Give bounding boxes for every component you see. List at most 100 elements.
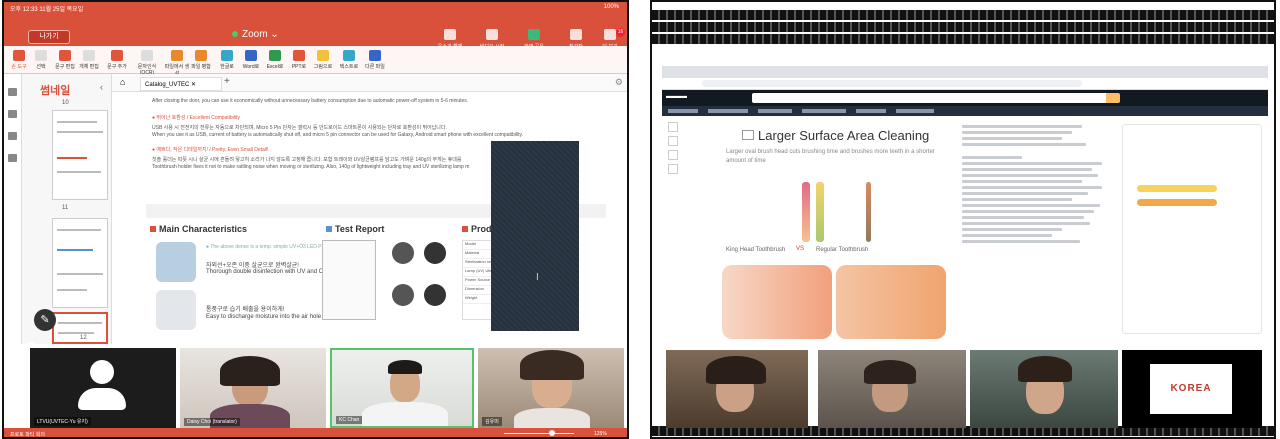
edit-text-icon xyxy=(59,50,71,61)
collapse-icon[interactable]: ‹ xyxy=(100,82,103,92)
meeting-title[interactable]: Zoom ⌄ xyxy=(232,29,279,40)
nav-item[interactable] xyxy=(668,109,698,113)
zoom-shared-screen-screenshot: ▬▬▬ Larger Surface Area Cleaning Larger … xyxy=(650,0,1276,439)
home-icon[interactable]: ⌂ xyxy=(120,77,125,87)
page-text: 칫솔 홀더는 따뜻 시니 살균 시에 흔들려 닿고히 소리가 나지 않도록 고정… xyxy=(152,157,462,163)
zoom-slider-knob[interactable] xyxy=(549,430,555,436)
add-to-cart-button[interactable] xyxy=(1137,185,1217,192)
tool-select[interactable]: 선택 xyxy=(28,50,54,70)
amazon-header: ▬▬▬ xyxy=(662,90,1268,106)
participant-tile[interactable] xyxy=(666,350,808,428)
screen-share-border xyxy=(652,22,1274,32)
tool-ocr[interactable]: 문자인식 (OCR) xyxy=(134,50,160,76)
pen-icon[interactable]: ✎ xyxy=(34,309,56,331)
add-tab-icon[interactable]: + xyxy=(224,76,230,87)
footer-label: 프로토 파티 회의 xyxy=(10,432,45,438)
brush-image xyxy=(866,182,871,242)
tool-edit-object[interactable]: 개체 편집 xyxy=(76,50,102,70)
participant-name: KC Chan xyxy=(336,416,363,424)
nav-item[interactable] xyxy=(708,109,748,113)
thumb-number: 10 xyxy=(62,100,69,106)
zoom-slider[interactable] xyxy=(504,433,574,434)
browser-tabs[interactable] xyxy=(662,66,1268,78)
search-button[interactable] xyxy=(1106,93,1120,103)
thumbnail[interactable] xyxy=(668,164,678,174)
hand-icon xyxy=(13,50,25,61)
participant-tile[interactable]: 김유미 xyxy=(478,348,624,428)
tool-to-ppt[interactable]: PPT로 xyxy=(286,50,312,70)
before-sample xyxy=(392,284,414,306)
nav-item[interactable] xyxy=(758,109,792,113)
tool-to-word[interactable]: Word로 xyxy=(238,50,264,70)
tool-merge[interactable]: 파일 병합 xyxy=(188,50,214,70)
tool-edit-text[interactable]: 문구 편집 xyxy=(52,50,78,70)
participant-hair xyxy=(1018,356,1072,382)
url-field[interactable] xyxy=(702,80,1082,87)
comment-icon[interactable] xyxy=(8,132,17,140)
thumbnail[interactable] xyxy=(668,150,678,160)
notification-badge: 16 xyxy=(616,28,625,37)
participant-hair xyxy=(706,356,766,384)
page-text: When you use it as USB, current of batte… xyxy=(152,132,524,138)
feature-en: Easy to discharge moisture into the air … xyxy=(206,314,322,320)
page-heading: ● 뛰어난 호환성 / Excellent Compatibility xyxy=(152,115,240,121)
participant-name: 김유미 xyxy=(482,417,502,426)
participant-tile[interactable]: KOREA xyxy=(1122,350,1262,428)
leave-button[interactable]: 나가기 xyxy=(28,30,70,44)
search-icon[interactable] xyxy=(8,154,17,162)
page-text: USB 사용 시 전전지의 전류는 자동으로 차단되며, Micro 5 Pin… xyxy=(152,125,447,131)
thumb-number: 11 xyxy=(62,205,69,211)
participant-tile[interactable]: LTVU(UVTEC-Yu 유지) xyxy=(30,348,176,428)
thumbnail[interactable] xyxy=(668,122,678,132)
caption-right: Regular Toothbrush xyxy=(816,247,869,253)
file-icon xyxy=(369,50,381,61)
ocr-icon xyxy=(141,50,153,61)
tab-catalog[interactable]: Catalog_UVTEC ✕ xyxy=(140,77,222,91)
buy-now-button[interactable] xyxy=(1137,199,1217,206)
tool-to-image[interactable]: 그림으로 xyxy=(310,50,336,70)
tool-to-text[interactable]: 텍스트로 xyxy=(336,50,362,70)
bookmark-icon[interactable] xyxy=(8,110,17,118)
thumbnails-icon[interactable] xyxy=(8,88,17,96)
tool-to-hwp[interactable]: 한글로 xyxy=(214,50,240,70)
create-file-icon xyxy=(171,50,183,61)
zoom-top-bar: 나가기 Zoom ⌄ 음소거 해제 비디오 시작 화면 공유 참가자 더 보기 … xyxy=(4,14,627,50)
participant-hair xyxy=(220,356,280,386)
screen-share-border xyxy=(652,10,1274,20)
thumbnail-header: 썸네일 xyxy=(40,85,71,97)
participant-hair xyxy=(864,360,916,384)
nav-item[interactable] xyxy=(802,109,846,113)
zoom-ipad-screenshot: 오후 12:33 11월 25일 목요일 100% 나가기 Zoom ⌄ 음소거… xyxy=(2,0,629,439)
mic-muted-icon xyxy=(444,29,456,40)
avatar-icon xyxy=(90,360,114,384)
share-screen-icon xyxy=(528,29,540,40)
participant-tile[interactable] xyxy=(818,350,966,428)
amazon-logo[interactable]: ▬▬▬ xyxy=(666,93,687,100)
zoom-level: 125% xyxy=(594,431,607,437)
participant-tile[interactable]: Daisy Choi (translator) xyxy=(180,348,326,428)
participant-name: Daisy Choi (translator) xyxy=(184,418,240,426)
settings-icon[interactable]: ⚙ xyxy=(615,77,623,88)
amazon-search-input[interactable] xyxy=(752,93,1112,103)
thumbnail-page[interactable] xyxy=(52,218,108,308)
browser-window: ▬▬▬ Larger Surface Area Cleaning Larger … xyxy=(662,66,1268,346)
nav-item[interactable] xyxy=(896,109,934,113)
nav-item[interactable] xyxy=(856,109,886,113)
add-text-icon xyxy=(111,50,123,61)
brush-image xyxy=(802,182,810,242)
tool-create-from-file[interactable]: 파일에서 생성 xyxy=(164,50,190,77)
excel-icon xyxy=(269,50,281,61)
participant-tile[interactable] xyxy=(970,350,1118,428)
tool-other-file[interactable]: 다른 파일 xyxy=(362,50,388,70)
address-bar[interactable] xyxy=(662,78,1268,90)
participant-tile-active[interactable]: KC Chan xyxy=(330,348,474,428)
participant-hair xyxy=(388,360,422,374)
feature-en: Thorough double disinfection with UV and… xyxy=(206,269,337,275)
thumbnail-page[interactable] xyxy=(52,110,108,200)
thumbnail[interactable] xyxy=(668,136,678,146)
word-icon xyxy=(245,50,257,61)
thumbnail-panel: 썸네일 ‹ 10 11 xyxy=(22,74,112,344)
buy-box xyxy=(1122,124,1262,334)
tool-to-excel[interactable]: Excel로 xyxy=(262,50,288,70)
tool-add-text[interactable]: 문구 추가 xyxy=(104,50,130,70)
